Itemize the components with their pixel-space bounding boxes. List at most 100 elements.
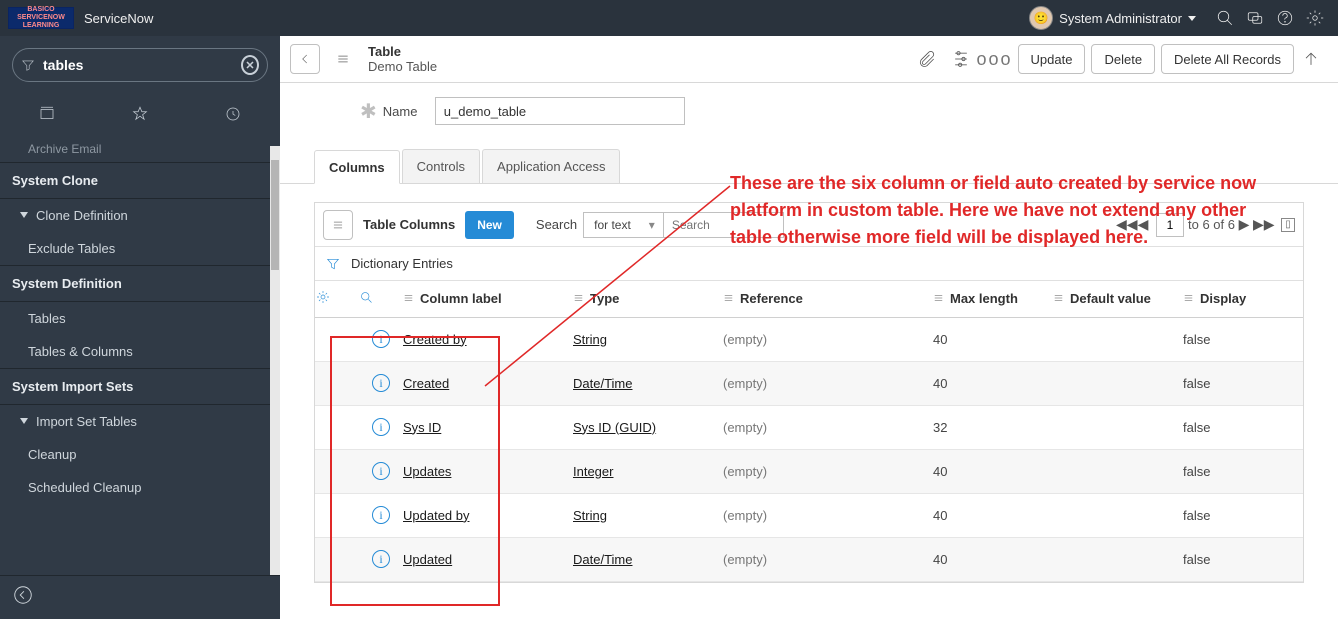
brand-label: ServiceNow [84,11,153,26]
vendor-logo: BASICO SERVICENOW LEARNING [8,7,74,29]
cell-display: false [1183,376,1210,391]
tab-columns[interactable]: Columns [314,150,400,184]
info-icon[interactable]: i [372,330,390,348]
cell-display: false [1183,420,1210,435]
prev-record-icon[interactable] [1298,46,1324,72]
nav-tab-history-icon[interactable] [224,105,242,128]
name-field[interactable] [435,97,685,125]
update-button[interactable]: Update [1018,44,1086,74]
cell-type[interactable]: Integer [573,464,613,479]
avatar[interactable]: 🙂 [1029,6,1053,30]
nav-group-import-set-tables[interactable]: Import Set Tables [0,405,280,438]
th-reference[interactable]: Reference [740,291,803,306]
cell-max-length: 40 [933,464,947,479]
nav-item-truncated[interactable]: Archive Email [0,138,280,162]
back-button[interactable] [290,44,320,74]
col-menu-icon[interactable] [1183,291,1194,306]
th-display[interactable]: Display [1200,291,1246,306]
info-icon[interactable]: i [372,374,390,392]
attachment-icon[interactable] [914,46,940,72]
nav-filter-clear-icon[interactable]: ✕ [241,55,259,75]
delete-all-button[interactable]: Delete All Records [1161,44,1294,74]
cell-type[interactable]: String [573,332,607,347]
form-subtitle: Demo Table [368,59,437,74]
nav-item-tables[interactable]: Tables [0,302,280,335]
col-menu-icon[interactable] [933,291,944,306]
col-menu-icon[interactable] [1053,291,1064,306]
info-icon[interactable]: i [372,462,390,480]
cell-max-length: 40 [933,332,947,347]
app-banner: BASICO SERVICENOW LEARNING ServiceNow 🙂 … [0,0,1338,36]
col-menu-icon[interactable] [573,291,584,306]
cell-max-length: 40 [933,552,947,567]
nav-tab-all-icon[interactable] [38,105,56,128]
form-menu-icon[interactable] [328,44,358,74]
columns-table: Column label Type Reference Max length D… [315,281,1303,582]
cell-column-label[interactable]: Created by [403,332,467,347]
dictionary-entries-label[interactable]: Dictionary Entries [351,256,453,271]
user-name[interactable]: System Administrator [1059,11,1182,26]
sidebar-scrollbar[interactable] [270,146,280,575]
cell-type[interactable]: String [573,508,607,523]
personalize-columns-icon[interactable] [315,293,331,308]
cell-column-label[interactable]: Sys ID [403,420,441,435]
nav-item-tables-columns[interactable]: Tables & Columns [0,335,280,368]
th-max-length[interactable]: Max length [950,291,1018,306]
cell-column-label[interactable]: Created [403,376,449,391]
col-menu-icon[interactable] [403,291,414,306]
related-list: Table Columns New Search for text▾ ◀◀ ◀ … [314,202,1304,583]
info-icon[interactable]: i [372,418,390,436]
cell-reference: (empty) [723,508,767,523]
nav-section-system-import-sets[interactable]: System Import Sets [0,368,280,405]
cell-reference: (empty) [723,376,767,391]
nav-tab-favorites-icon[interactable] [131,105,149,128]
table-row: iUpdatedDate/Time(empty)40false [315,537,1303,581]
cell-display: false [1183,464,1210,479]
list-search-icon[interactable] [359,293,374,308]
col-menu-icon[interactable] [723,291,734,306]
nav-item-exclude-tables[interactable]: Exclude Tables [0,232,280,265]
search-label: Search [536,217,577,232]
name-label: Name [383,104,435,119]
help-icon[interactable] [1275,8,1295,28]
more-actions-icon[interactable]: ooo [982,46,1008,72]
nav-filter-input[interactable] [41,56,241,74]
new-button[interactable]: New [465,211,514,239]
nav-group-label: Clone Definition [36,208,128,223]
list-menu-icon[interactable] [323,210,353,240]
info-icon[interactable]: i [372,506,390,524]
nav-item-cleanup[interactable]: Cleanup [0,438,280,471]
collapse-nav-icon[interactable] [12,584,34,611]
info-icon[interactable]: i [372,550,390,568]
nav-section-system-definition[interactable]: System Definition [0,265,280,302]
search-mode-select[interactable]: for text▾ [583,212,664,238]
cell-column-label[interactable]: Updates [403,464,451,479]
cell-display: false [1183,508,1210,523]
nav-item-scheduled-cleanup[interactable]: Scheduled Cleanup [0,471,280,504]
cell-display: false [1183,332,1210,347]
cell-reference: (empty) [723,552,767,567]
tab-application-access[interactable]: Application Access [482,149,620,183]
settings-gear-icon[interactable] [1305,8,1325,28]
nav-section-system-clone[interactable]: System Clone [0,162,280,199]
tab-controls[interactable]: Controls [402,149,480,183]
cell-max-length: 40 [933,376,947,391]
cell-max-length: 32 [933,420,947,435]
cell-type[interactable]: Sys ID (GUID) [573,420,656,435]
th-column-label[interactable]: Column label [420,291,502,306]
cell-column-label[interactable]: Updated [403,552,452,567]
cell-type[interactable]: Date/Time [573,552,632,567]
th-default-value[interactable]: Default value [1070,291,1151,306]
nav-group-clone-definition[interactable]: Clone Definition [0,199,280,232]
chat-icon[interactable] [1245,8,1265,28]
cell-type[interactable]: Date/Time [573,376,632,391]
global-search-icon[interactable] [1215,8,1235,28]
cell-column-label[interactable]: Updated by [403,508,470,523]
cell-reference: (empty) [723,464,767,479]
delete-button[interactable]: Delete [1091,44,1155,74]
th-type[interactable]: Type [590,291,619,306]
cell-reference: (empty) [723,420,767,435]
nav-filter: ✕ [12,48,268,82]
cell-max-length: 40 [933,508,947,523]
user-menu-caret-icon[interactable] [1188,16,1196,21]
